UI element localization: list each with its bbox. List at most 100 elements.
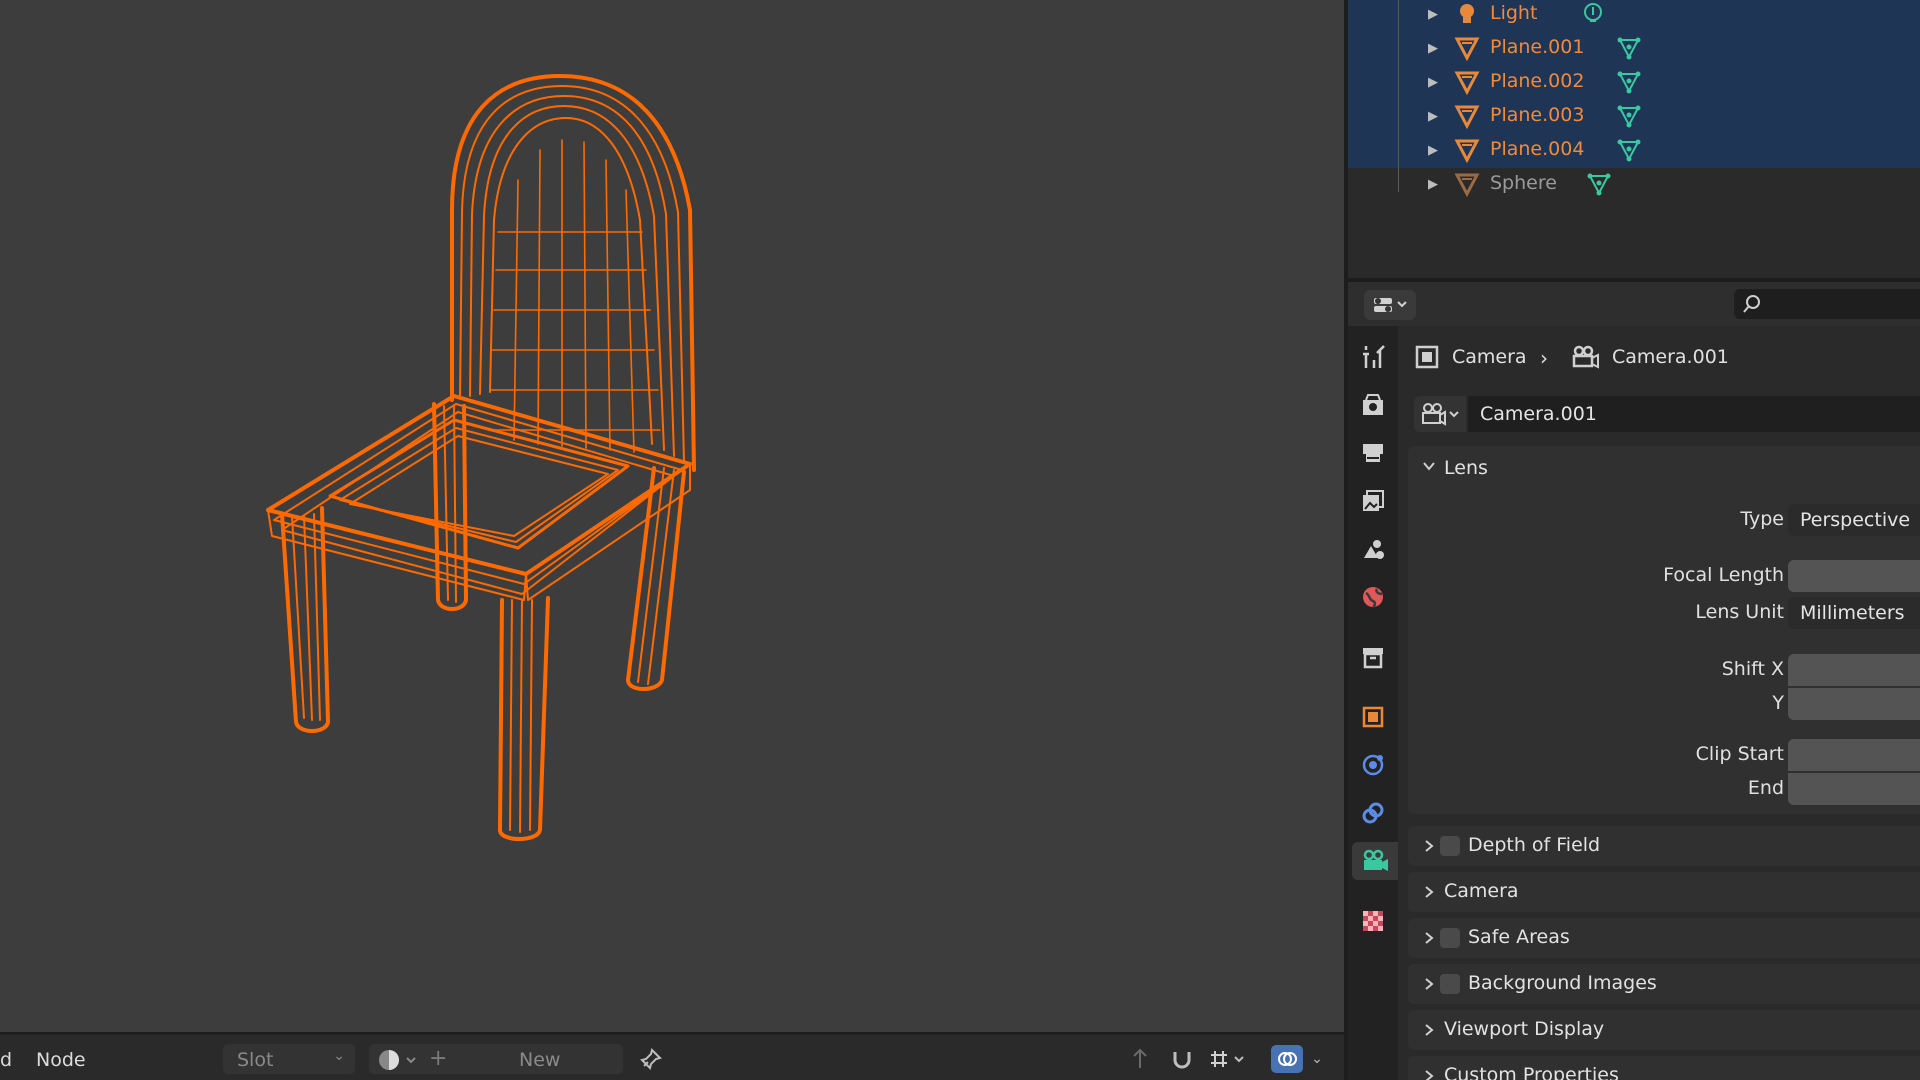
tab-camera-data[interactable] — [1352, 842, 1398, 880]
outliner-row[interactable]: ▶ Sphere — [1348, 167, 1920, 201]
expand-arrow-icon[interactable]: ▶ — [1428, 41, 1438, 56]
outliner-row[interactable]: ▶ Light — [1348, 0, 1920, 31]
outliner: ▶ Light ▶ Plane.001 ▶ Plane.002 ▶ Plane.003 ▶ Pla… — [1348, 0, 1920, 278]
world-icon — [1363, 587, 1383, 609]
collapsed-panel[interactable]: Custom Properties — [1408, 1056, 1920, 1080]
material-sphere-icon[interactable] — [377, 1048, 421, 1076]
collapsed-panel[interactable]: Camera — [1408, 872, 1920, 912]
outliner-row[interactable]: ▶ Plane.003 — [1348, 99, 1920, 133]
new-material-button[interactable]: New — [519, 1049, 560, 1071]
mesh-data-icon[interactable] — [1616, 103, 1642, 129]
mesh-data-icon[interactable] — [1586, 171, 1612, 197]
outliner-item-label[interactable]: Plane.004 — [1490, 138, 1584, 160]
slot-dropdown[interactable]: Slot ⌄ — [222, 1043, 356, 1075]
3d-viewport[interactable] — [0, 0, 1344, 1032]
outliner-item-label[interactable]: Plane.002 — [1490, 70, 1584, 92]
tab-modifiers[interactable] — [1354, 746, 1392, 784]
outliner-item-label[interactable]: Plane.001 — [1490, 36, 1584, 58]
lens-unit-dropdown[interactable]: Millimeters — [1788, 597, 1920, 629]
collapsed-panel[interactable]: Depth of Field — [1408, 826, 1920, 866]
search-field[interactable] — [1734, 289, 1920, 319]
chevron-down-icon[interactable]: ⌄ — [1311, 1051, 1323, 1067]
chevron-right-icon — [1425, 1070, 1434, 1080]
editor-type-dropdown[interactable] — [1364, 290, 1416, 320]
light-icon — [1454, 1, 1480, 27]
overlay-toggle[interactable]: ⌄ — [1262, 1043, 1332, 1075]
parent-arrow-icon[interactable] — [1122, 1043, 1158, 1075]
image-layers-icon — [1363, 490, 1384, 511]
tab-tool[interactable] — [1354, 338, 1392, 376]
collection-box-icon — [1363, 648, 1383, 669]
constraint-icon — [1362, 802, 1384, 824]
tab-view-layer[interactable] — [1354, 482, 1392, 520]
material-browser[interactable]: + New — [368, 1043, 624, 1075]
outliner-row[interactable]: ▶ Plane.004 — [1348, 133, 1920, 167]
breadcrumb-object: Camera — [1452, 346, 1527, 368]
datablock-name-field[interactable]: Camera.001 — [1468, 396, 1920, 432]
properties-content: Camera › Camera.001 Camera.001 Lens Type… — [1404, 326, 1920, 1080]
panel-title: Custom Properties — [1444, 1064, 1619, 1080]
camera-data-icon — [1422, 403, 1459, 426]
collapsed-panel[interactable]: Viewport Display — [1408, 1010, 1920, 1050]
pin-icon[interactable] — [633, 1043, 669, 1075]
shift-x-field[interactable] — [1788, 654, 1920, 686]
snap-magnet-icon[interactable] — [1164, 1043, 1200, 1075]
expand-arrow-icon[interactable]: ▶ — [1428, 75, 1438, 90]
datablock-browse-button[interactable] — [1414, 396, 1466, 432]
clip-end-field[interactable] — [1788, 773, 1920, 805]
tab-constraints[interactable] — [1354, 794, 1392, 832]
mesh-data-icon[interactable] — [1616, 69, 1642, 95]
mesh-object-icon — [1454, 69, 1480, 96]
panel-title: Safe Areas — [1468, 926, 1570, 948]
plus-icon: + — [429, 1046, 448, 1071]
outliner-row[interactable]: ▶ Plane.002 — [1348, 65, 1920, 99]
menu-partial[interactable]: d — [0, 1049, 12, 1071]
collapsed-panel[interactable]: Safe Areas — [1408, 918, 1920, 958]
tool-icon — [1363, 345, 1385, 368]
outliner-item-label[interactable]: Plane.003 — [1490, 104, 1584, 126]
panel-checkbox[interactable] — [1440, 974, 1460, 994]
panel-title: Viewport Display — [1444, 1018, 1605, 1040]
clip-start-field[interactable] — [1788, 739, 1920, 771]
collapsed-panel[interactable]: Background Images — [1408, 964, 1920, 1004]
tab-scene[interactable] — [1354, 530, 1392, 568]
tab-render[interactable] — [1354, 386, 1392, 424]
shader-header-bar: d Node Slot ⌄ + New ⌄ — [0, 1034, 1344, 1080]
type-value: Perspective — [1800, 509, 1911, 531]
node-menu[interactable]: Node — [36, 1049, 86, 1071]
outliner-item-label[interactable]: Light — [1490, 2, 1537, 24]
expand-arrow-icon[interactable]: ▶ — [1428, 109, 1438, 124]
tab-world[interactable] — [1354, 578, 1392, 616]
panel-checkbox[interactable] — [1440, 928, 1460, 948]
texture-checker-icon — [1363, 911, 1383, 931]
expand-arrow-icon[interactable]: ▶ — [1428, 177, 1438, 192]
physics-icon — [1362, 754, 1384, 776]
tab-collection[interactable] — [1354, 638, 1392, 676]
mesh-object-icon — [1454, 137, 1480, 164]
tab-object[interactable] — [1354, 698, 1392, 736]
tab-output[interactable] — [1354, 434, 1392, 472]
shift-y-field[interactable] — [1788, 688, 1920, 720]
breadcrumb-separator-icon: › — [1540, 346, 1548, 370]
focal-length-field[interactable] — [1788, 560, 1920, 592]
expand-arrow-icon[interactable]: ▶ — [1428, 7, 1438, 22]
shift-y-label: Y — [1772, 692, 1784, 714]
outliner-item-label[interactable]: Sphere — [1490, 172, 1557, 194]
light-data-icon[interactable] — [1580, 1, 1606, 27]
chair-wireframe[interactable] — [0, 0, 1344, 1032]
mesh-data-icon[interactable] — [1616, 35, 1642, 61]
type-dropdown[interactable]: Perspective — [1788, 504, 1920, 536]
lens-panel-header[interactable]: Lens — [1408, 446, 1920, 490]
lens-panel: Lens Type Perspective Focal Length Lens … — [1408, 446, 1920, 814]
expand-arrow-icon[interactable]: ▶ — [1428, 143, 1438, 158]
tab-texture[interactable] — [1354, 902, 1392, 940]
mesh-object-icon — [1454, 103, 1480, 130]
panel-title: Background Images — [1468, 972, 1657, 994]
panel-title: Depth of Field — [1468, 834, 1601, 856]
panel-checkbox[interactable] — [1440, 836, 1460, 856]
overlay-icon[interactable] — [1271, 1045, 1304, 1073]
snap-grid-icon[interactable] — [1202, 1043, 1256, 1075]
outliner-row[interactable]: ▶ Plane.001 — [1348, 31, 1920, 65]
clip-end-label: End — [1747, 777, 1784, 799]
mesh-data-icon[interactable] — [1616, 137, 1642, 163]
